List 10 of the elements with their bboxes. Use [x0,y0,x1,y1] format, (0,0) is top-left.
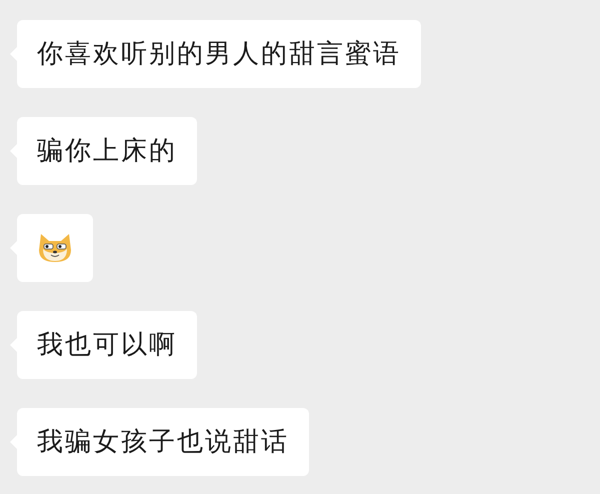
message-text: 骗你上床的 [37,135,177,168]
message-bubble[interactable]: 我也可以啊 [17,311,197,379]
message-bubble[interactable]: 骗你上床的 [17,117,197,185]
message-text: 你喜欢听别的男人的甜言蜜语 [37,38,401,71]
message-bubble[interactable]: 你喜欢听别的男人的甜言蜜语 [17,20,421,88]
message-bubble[interactable]: 我骗女孩子也说甜话 [17,408,309,476]
message-bubble[interactable] [17,214,93,282]
dog-face-icon [37,232,73,264]
message-text: 我骗女孩子也说甜话 [37,426,289,459]
message-text: 我也可以啊 [37,329,177,362]
